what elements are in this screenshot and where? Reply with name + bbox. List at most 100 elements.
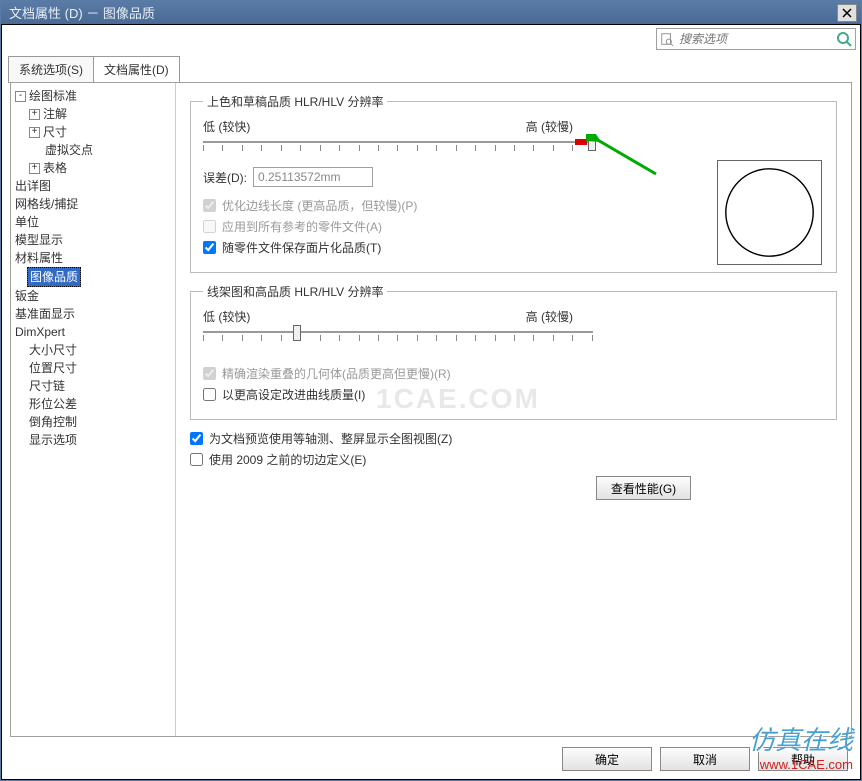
slider2-thumb[interactable] xyxy=(293,325,301,341)
precise-render-label: 精确渲染重叠的几何体(品质更高但更慢)(R) xyxy=(222,365,451,382)
iso-preview-checkbox[interactable] xyxy=(190,432,203,445)
tree-item-label: 基准面显示 xyxy=(15,307,75,321)
iso-preview-label: 为文档预览使用等轴测、整屏显示全图视图(Z) xyxy=(209,430,452,447)
close-button[interactable] xyxy=(837,4,857,22)
window-title: 文档属性 (D) － 图像品质 xyxy=(5,3,837,22)
tree-item[interactable]: 出详图 xyxy=(13,177,173,195)
tree-item-label: 虚拟交点 xyxy=(45,143,93,157)
tree-item-label: 倒角控制 xyxy=(29,415,77,429)
tree-item-label: 材料属性 xyxy=(15,251,63,265)
close-icon xyxy=(842,8,852,18)
tree-item[interactable]: 基准面显示 xyxy=(13,305,173,323)
preview-circle-icon xyxy=(722,165,817,260)
optimize-edge-label: 优化边线长度 (更高品质，但较慢)(P) xyxy=(222,197,417,214)
tree-item[interactable]: +注解 xyxy=(13,105,173,123)
improve-curve-checkbox[interactable] xyxy=(203,388,216,401)
improve-curve-label: 以更高设定改进曲线质量(I) xyxy=(222,386,365,403)
tree-item[interactable]: 钣金 xyxy=(13,287,173,305)
tree-item[interactable]: +尺寸 xyxy=(13,123,173,141)
tree-item[interactable]: 虚拟交点 xyxy=(13,141,173,159)
content-area: 系统选项(S) 文档属性(D) -绘图标准+注解+尺寸虚拟交点+表格出详图网格线… xyxy=(1,24,861,780)
tree-item[interactable]: 大小尺寸 xyxy=(13,341,173,359)
iso-preview-row[interactable]: 为文档预览使用等轴测、整屏显示全图视图(Z) xyxy=(190,430,837,447)
dialog-buttons: 确定 取消 帮助 xyxy=(562,747,848,771)
tree-item-label: 尺寸链 xyxy=(29,379,65,393)
tree-item[interactable]: 网格线/捕捉 xyxy=(13,195,173,213)
tree-item[interactable]: 位置尺寸 xyxy=(13,359,173,377)
pre2009-checkbox[interactable] xyxy=(190,453,203,466)
slider2-high-label: 高 (较慢) xyxy=(526,308,573,325)
search-wrap xyxy=(656,28,856,50)
tree-item[interactable]: 尺寸链 xyxy=(13,377,173,395)
help-button[interactable]: 帮助 xyxy=(758,747,848,771)
save-tess-checkbox[interactable] xyxy=(203,241,216,254)
expand-icon[interactable]: + xyxy=(29,163,40,174)
search-input[interactable] xyxy=(656,28,856,50)
tree-item-label: 位置尺寸 xyxy=(29,361,77,375)
ok-button[interactable]: 确定 xyxy=(562,747,652,771)
apply-all-checkbox xyxy=(203,220,216,233)
view-performance-button[interactable]: 查看性能(G) xyxy=(596,476,691,500)
slider1-high-label: 高 (较慢) xyxy=(526,118,573,135)
tree-item[interactable]: 倒角控制 xyxy=(13,413,173,431)
settings-pane: 1CAE.COM 上色和草稿品质 HLR/HLV 分辨率 低 (较快) 高 (较… xyxy=(176,83,851,736)
tree-item-label: 模型显示 xyxy=(15,233,63,247)
expand-icon[interactable]: + xyxy=(29,127,40,138)
tree-item-label: 尺寸 xyxy=(43,125,67,139)
slider2-low-label: 低 (较快) xyxy=(203,308,250,325)
tree-item-label: 表格 xyxy=(43,161,67,175)
slider1-thumb[interactable] xyxy=(588,135,596,151)
main-panel: -绘图标准+注解+尺寸虚拟交点+表格出详图网格线/捕捉单位模型显示材料属性图像品… xyxy=(10,82,852,737)
tree-item-label: 显示选项 xyxy=(29,433,77,447)
shaded-quality-group: 上色和草稿品质 HLR/HLV 分辨率 低 (较快) 高 (较慢) xyxy=(190,93,837,273)
shaded-quality-legend: 上色和草稿品质 HLR/HLV 分辨率 xyxy=(203,93,387,110)
category-tree[interactable]: -绘图标准+注解+尺寸虚拟交点+表格出详图网格线/捕捉单位模型显示材料属性图像品… xyxy=(11,83,176,736)
expand-icon[interactable]: + xyxy=(29,109,40,120)
deviation-input[interactable] xyxy=(253,167,373,187)
tab-document-properties[interactable]: 文档属性(D) xyxy=(93,56,180,83)
slider2-labels: 低 (较快) 高 (较慢) xyxy=(203,308,573,325)
tree-item[interactable]: 形位公差 xyxy=(13,395,173,413)
dialog-window: 文档属性 (D) － 图像品质 系统选项(S) 文档属性(D) -绘图标准+注解… xyxy=(0,0,862,781)
save-tess-label: 随零件文件保存面片化品质(T) xyxy=(222,239,381,256)
cancel-button[interactable]: 取消 xyxy=(660,747,750,771)
tree-item-label: 网格线/捕捉 xyxy=(15,197,78,211)
quality-slider-2[interactable] xyxy=(203,327,593,347)
tree-item[interactable]: 单位 xyxy=(13,213,173,231)
quality-slider-1[interactable] xyxy=(203,137,593,157)
slider1-low-label: 低 (较快) xyxy=(203,118,250,135)
deviation-label: 误差(D): xyxy=(203,169,253,186)
tree-item[interactable]: 材料属性 xyxy=(13,249,173,267)
tree-item-label: 单位 xyxy=(15,215,39,229)
tree-item-label: 注解 xyxy=(43,107,67,121)
tree-item[interactable]: 图像品质 xyxy=(27,267,81,287)
tree-item-label: 钣金 xyxy=(15,289,39,303)
tab-system-options[interactable]: 系统选项(S) xyxy=(8,56,94,83)
preview-box xyxy=(717,160,822,265)
wireframe-quality-group: 线架图和高品质 HLR/HLV 分辨率 低 (较快) 高 (较慢) 精确渲染重叠… xyxy=(190,283,837,420)
pre2009-label: 使用 2009 之前的切边定义(E) xyxy=(209,451,366,468)
tree-item[interactable]: DimXpert xyxy=(13,323,173,341)
pre2009-row[interactable]: 使用 2009 之前的切边定义(E) xyxy=(190,451,837,468)
collapse-icon[interactable]: - xyxy=(15,91,26,102)
improve-curve-row[interactable]: 以更高设定改进曲线质量(I) xyxy=(203,386,824,403)
tab-row: 系统选项(S) 文档属性(D) xyxy=(2,56,860,83)
tree-item-label: 形位公差 xyxy=(29,397,77,411)
search-doc-icon xyxy=(660,32,674,46)
tree-item-label: 出详图 xyxy=(15,179,51,193)
slider1-labels: 低 (较快) 高 (较慢) xyxy=(203,118,573,135)
tree-item[interactable]: -绘图标准 xyxy=(13,87,173,105)
tree-item[interactable]: 显示选项 xyxy=(13,431,173,449)
apply-all-label: 应用到所有参考的零件文件(A) xyxy=(222,218,382,235)
wireframe-quality-legend: 线架图和高品质 HLR/HLV 分辨率 xyxy=(203,283,387,300)
tree-item[interactable]: +表格 xyxy=(13,159,173,177)
search-icon[interactable] xyxy=(836,31,852,47)
tree-item[interactable]: 模型显示 xyxy=(13,231,173,249)
precise-render-checkbox xyxy=(203,367,216,380)
tree-item-label: 绘图标准 xyxy=(29,89,77,103)
toolbar xyxy=(2,25,860,53)
tree-item-label: DimXpert xyxy=(15,325,65,339)
tree-item-label: 大小尺寸 xyxy=(29,343,77,357)
optimize-edge-checkbox xyxy=(203,199,216,212)
precise-render-row: 精确渲染重叠的几何体(品质更高但更慢)(R) xyxy=(203,365,824,382)
